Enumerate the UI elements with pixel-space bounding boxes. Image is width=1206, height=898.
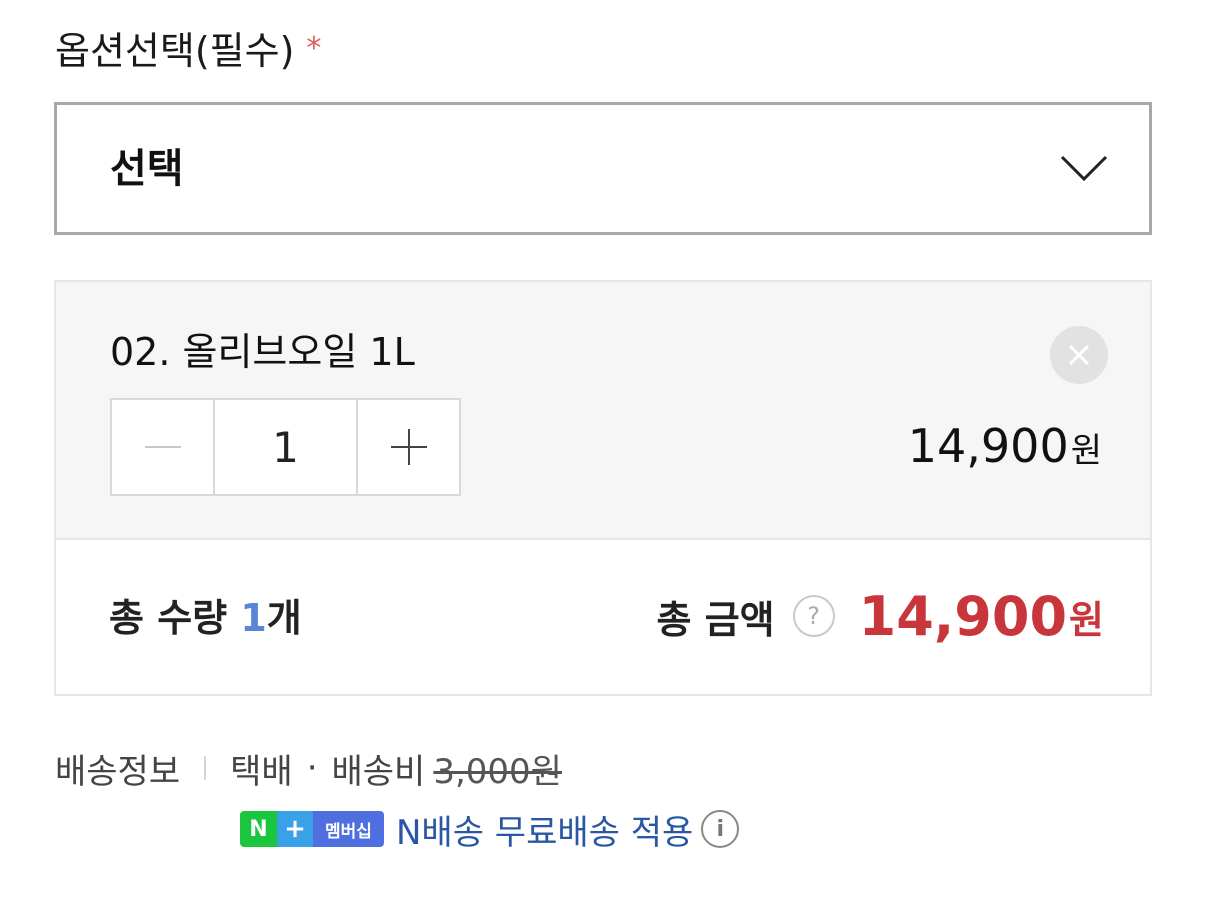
option-select[interactable]: 선택	[54, 102, 1152, 235]
decrement-button[interactable]	[112, 400, 213, 494]
total-qty-value: 1	[240, 596, 267, 640]
delivery-fee-label: 배송비	[331, 751, 426, 792]
info-icon[interactable]: i	[701, 810, 740, 848]
quantity-stepper: 1	[110, 398, 461, 496]
option-select-value: 선택	[110, 146, 184, 192]
total-panel: 총 수량 1개 총 금액 ? 14,900 원	[54, 538, 1152, 696]
delivery-info: 배송정보 택배 · 배송비 3,000원	[55, 744, 562, 792]
total-quantity: 총 수량 1개	[109, 592, 302, 644]
total-amount-value: 14,900	[858, 584, 1068, 648]
close-icon	[1068, 344, 1090, 366]
delivery-label: 배송정보	[55, 751, 181, 792]
delivery-method: 택배	[230, 751, 293, 792]
nplus-delivery: N + 멤버십 N배송 무료배송 적용 i	[240, 806, 740, 853]
quantity-value[interactable]: 1	[213, 400, 358, 494]
nplus-plus-logo: +	[277, 811, 313, 847]
question-icon[interactable]: ?	[792, 595, 835, 637]
total-amount-currency: 원	[1069, 597, 1104, 642]
total-qty-label: 총 수량	[109, 596, 241, 640]
remove-item-button[interactable]	[1050, 326, 1108, 384]
required-mark: *	[306, 31, 322, 66]
option-label: 옵션선택(필수) *	[55, 24, 321, 76]
total-amount-label: 총 금액	[656, 597, 775, 642]
nplus-n-logo: N	[240, 811, 277, 847]
selected-item-panel: 02. 올리브오일 1L 1 14,900원	[54, 280, 1152, 540]
total-amount-group: 총 금액 ? 14,900 원	[657, 584, 1104, 648]
nplus-free-shipping-text: N배송 무료배송 적용	[396, 812, 694, 853]
item-price-currency: 원	[1070, 431, 1102, 471]
item-name: 02. 올리브오일 1L	[110, 330, 415, 374]
minus-icon	[144, 446, 181, 448]
chevron-down-icon	[1060, 155, 1108, 182]
plus-icon	[390, 429, 427, 465]
item-price-value: 14,900	[907, 419, 1069, 473]
delivery-dot: ·	[306, 748, 318, 788]
option-label-text: 옵션선택(필수)	[55, 29, 295, 73]
delivery-divider	[204, 756, 207, 780]
delivery-fee-original: 3,000원	[433, 751, 562, 792]
item-price: 14,900원	[908, 416, 1102, 481]
total-qty-unit: 개	[266, 596, 302, 640]
nplus-member-label: 멤버십	[313, 811, 384, 847]
increment-button[interactable]	[358, 400, 459, 494]
nplus-membership-badge: N + 멤버십	[240, 811, 384, 847]
